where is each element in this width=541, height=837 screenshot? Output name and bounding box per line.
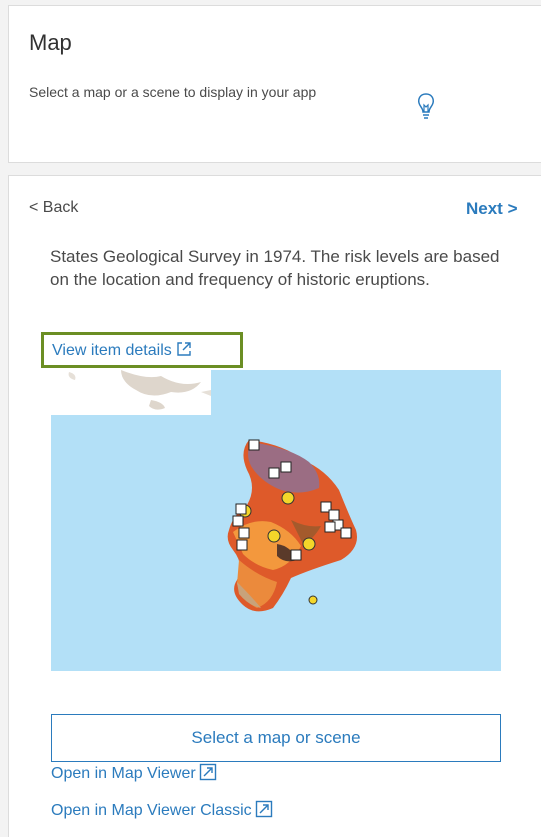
back-button[interactable]: < Back	[29, 199, 78, 217]
map-thumbnail	[51, 370, 501, 671]
item-description: States Geological Survey in 1974. The ri…	[50, 247, 500, 289]
page-title: Map	[29, 30, 72, 55]
external-link-icon	[177, 342, 191, 356]
view-item-details-link[interactable]: View item details	[41, 332, 243, 368]
lightbulb-icon[interactable]	[416, 92, 436, 122]
open-map-icon	[199, 763, 216, 781]
open-in-map-viewer-classic-link[interactable]: Open in Map Viewer Classic	[51, 800, 273, 820]
select-map-or-scene-button[interactable]: Select a map or scene	[51, 714, 501, 762]
open-in-map-viewer-classic-label: Open in Map Viewer Classic	[51, 802, 252, 819]
open-in-map-viewer-link[interactable]: Open in Map Viewer	[51, 763, 217, 783]
map-settings-header: Map Select a map or a scene to display i…	[8, 5, 541, 163]
open-map-icon	[255, 800, 272, 818]
view-item-details-label: View item details	[52, 342, 172, 359]
open-in-map-viewer-label: Open in Map Viewer	[51, 765, 196, 782]
page-description: Select a map or a scene to display in yo…	[29, 84, 317, 100]
next-button[interactable]: Next >	[466, 199, 518, 219]
